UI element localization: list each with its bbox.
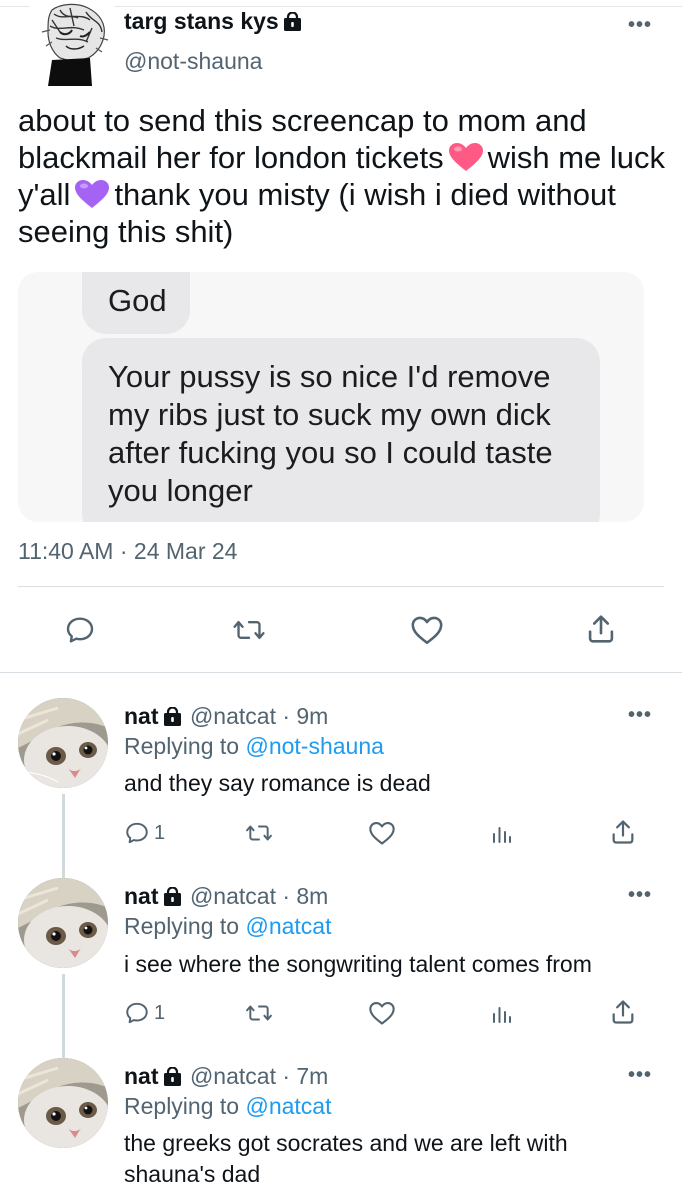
like-button[interactable]: [368, 1000, 396, 1026]
like-button[interactable]: [410, 614, 444, 646]
reply-button[interactable]: 1: [124, 1000, 165, 1026]
tweet-timestamp[interactable]: 11:40 AM · 24 Mar 24: [18, 538, 237, 565]
reply-button[interactable]: [64, 614, 96, 646]
share-icon: [588, 615, 614, 643]
more-options-icon[interactable]: •••: [628, 884, 652, 907]
replying-to-handle[interactable]: @not-shauna: [245, 733, 383, 759]
replying-to-handle[interactable]: @natcat: [245, 913, 331, 939]
replying-to-label: Replying to: [124, 733, 240, 759]
lock-icon: [163, 886, 182, 906]
reply-header: nat @natcat · 9m: [124, 703, 328, 730]
message-bubble-2: Your pussy is so nice I'd remove my ribs…: [82, 338, 600, 522]
replying-to-label: Replying to: [124, 1093, 240, 1119]
thread-connector: [62, 974, 65, 1058]
replying-to: Replying to @natcat: [124, 913, 331, 940]
message-1-text: God: [108, 283, 167, 318]
analytics-button[interactable]: [490, 1002, 514, 1026]
replying-to: Replying to @natcat: [124, 1093, 331, 1120]
reply-text: and they say romance is dead: [124, 770, 431, 796]
reply-button[interactable]: 1: [124, 820, 165, 846]
attached-image[interactable]: God Your pussy is so nice I'd remove my …: [18, 272, 644, 522]
share-button[interactable]: [610, 818, 636, 846]
message-bubble-1: God: [82, 272, 190, 334]
author-handle[interactable]: @not-shauna: [124, 48, 262, 75]
retweet-icon: [233, 620, 265, 640]
divider: [18, 586, 664, 587]
reply-author-name[interactable]: nat: [124, 883, 159, 909]
replying-to-handle[interactable]: @natcat: [245, 1093, 331, 1119]
heart-icon: [411, 616, 443, 645]
reply-icon: [126, 822, 148, 844]
lock-icon: [163, 1066, 182, 1086]
tweet-text: about to send this screencap to mom and …: [18, 102, 668, 250]
share-button[interactable]: [586, 612, 616, 646]
message-2-text: Your pussy is so nice I'd remove my ribs…: [108, 359, 553, 508]
reply-header: nat @natcat · 8m: [124, 883, 328, 910]
reply-avatar[interactable]: [18, 698, 108, 788]
reply-icon: [66, 617, 94, 643]
replying-to-label: Replying to: [124, 913, 240, 939]
share-icon: [612, 1000, 634, 1024]
analytics-icon: [493, 827, 511, 843]
share-button[interactable]: [610, 998, 636, 1026]
replying-to: Replying to @not-shauna: [124, 733, 384, 760]
heart-icon: [369, 822, 395, 845]
retweet-icon: [246, 825, 272, 841]
author-avatar[interactable]: [30, 2, 114, 86]
retweet-button[interactable]: [244, 1000, 274, 1026]
more-options-icon[interactable]: •••: [628, 704, 652, 727]
analytics-icon: [493, 1007, 511, 1023]
lock-icon: [163, 706, 182, 726]
reply-handle-time[interactable]: @natcat · 9m: [190, 703, 328, 729]
reply-count: 1: [154, 1001, 166, 1024]
author-name-row[interactable]: targ stans kys: [124, 8, 302, 35]
reply-avatar[interactable]: [18, 1058, 108, 1148]
reply-handle-time[interactable]: @natcat · 8m: [190, 883, 328, 909]
pink-heart-icon: [448, 142, 484, 172]
reply-handle-time[interactable]: @natcat · 7m: [190, 1063, 328, 1089]
divider: [0, 672, 682, 673]
retweet-button[interactable]: [232, 614, 266, 646]
share-icon: [612, 820, 634, 844]
retweet-button[interactable]: [244, 820, 274, 846]
reply-author-name[interactable]: nat: [124, 1063, 159, 1089]
more-options-icon[interactable]: •••: [628, 14, 652, 37]
reply-text: i see where the songwriting talent comes…: [124, 951, 592, 977]
like-button[interactable]: [368, 820, 396, 846]
retweet-icon: [246, 1005, 272, 1021]
more-options-icon[interactable]: •••: [628, 1064, 652, 1087]
reply-avatar[interactable]: [18, 878, 108, 968]
reply-author-name[interactable]: nat: [124, 703, 159, 729]
analytics-button[interactable]: [490, 822, 514, 846]
reply-header: nat @natcat · 7m: [124, 1063, 328, 1090]
reply-count: 1: [154, 821, 166, 844]
purple-heart-icon: [74, 179, 110, 209]
reply-text: the greeks got socrates and we are left …: [124, 1130, 568, 1187]
author-display-name[interactable]: targ stans kys: [124, 8, 279, 34]
reply-icon: [126, 1002, 148, 1024]
thread-connector: [62, 794, 65, 878]
heart-icon: [369, 1002, 395, 1025]
lock-icon: [283, 10, 302, 31]
